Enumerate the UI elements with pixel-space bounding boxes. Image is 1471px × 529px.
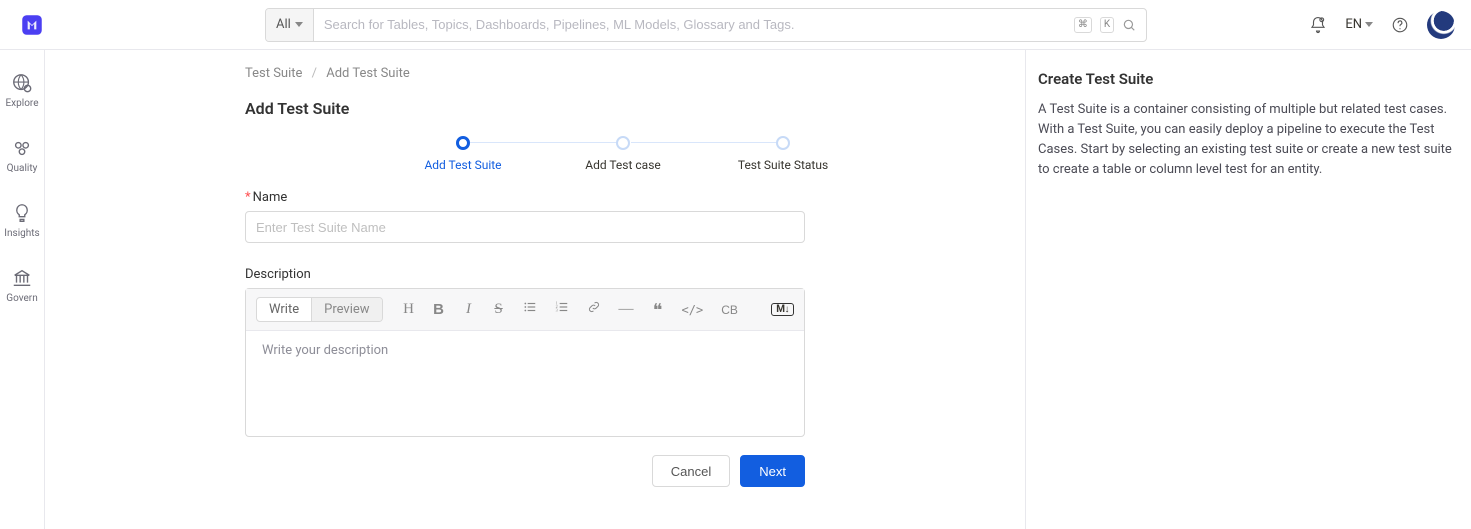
app-header: All ⌘ K EN (0, 0, 1471, 50)
bold-icon[interactable]: B (431, 301, 447, 318)
tab-write[interactable]: Write (257, 298, 312, 321)
right-panel-title: Create Test Suite (1038, 70, 1455, 88)
right-panel-body: A Test Suite is a container consisting o… (1038, 100, 1455, 181)
bullet-list-icon[interactable] (521, 300, 539, 319)
tab-preview[interactable]: Preview (312, 298, 381, 321)
numbered-list-icon[interactable]: 123 (553, 300, 571, 319)
page-title: Add Test Suite (245, 99, 1001, 118)
codeblock-icon[interactable]: CB (719, 303, 740, 317)
chevron-down-icon (1365, 22, 1373, 27)
sidebar-item-explore[interactable]: Explore (0, 72, 44, 109)
step-label: Add Test Suite (424, 158, 501, 172)
sidebar-item-govern[interactable]: Govern (0, 267, 44, 304)
explore-icon (11, 72, 33, 94)
italic-icon[interactable]: I (461, 301, 477, 318)
user-avatar[interactable] (1427, 11, 1455, 39)
step-status[interactable]: Test Suite Status (708, 136, 858, 172)
breadcrumb-parent[interactable]: Test Suite (245, 66, 302, 81)
description-textarea[interactable]: Write your description (246, 331, 804, 436)
quote-icon[interactable]: ❝ (650, 305, 666, 315)
breadcrumb-current: Add Test Suite (326, 66, 410, 81)
kbd-k: K (1100, 17, 1114, 33)
step-circle-icon (776, 136, 790, 150)
next-button[interactable]: Next (740, 455, 805, 487)
chevron-down-icon (295, 22, 303, 27)
sidebar-item-label: Explore (6, 98, 39, 109)
help-icon[interactable] (1391, 16, 1409, 34)
editor-toolbar: Write Preview H B I S 123 — ❝ </> (246, 289, 804, 331)
strike-icon[interactable]: S (491, 301, 507, 318)
step-label: Test Suite Status (738, 158, 828, 172)
hr-icon[interactable]: — (617, 301, 636, 318)
search-filter-label: All (276, 17, 291, 32)
step-label: Add Test case (585, 158, 661, 172)
form-actions: Cancel Next (245, 455, 805, 487)
step-add-case[interactable]: Add Test case (548, 136, 698, 172)
breadcrumb: Test Suite / Add Test Suite (245, 66, 1001, 81)
svg-text:3: 3 (555, 308, 557, 313)
insights-icon (11, 202, 33, 224)
language-select[interactable]: EN (1345, 17, 1373, 32)
sidebar-item-quality[interactable]: Quality (0, 137, 44, 174)
app-logo[interactable] (16, 9, 48, 41)
sidebar-item-label: Insights (4, 228, 39, 239)
cancel-button[interactable]: Cancel (652, 455, 730, 487)
step-circle-icon (456, 136, 470, 150)
sidebar-item-label: Quality (7, 163, 38, 174)
code-icon[interactable]: </> (680, 303, 706, 317)
search-suffix: ⌘ K (1074, 17, 1146, 33)
editor-tabs: Write Preview (256, 297, 383, 322)
notification-bell-icon[interactable] (1309, 16, 1327, 34)
breadcrumb-separator: / (312, 66, 317, 81)
kbd-cmd: ⌘ (1074, 17, 1092, 33)
link-icon[interactable] (585, 300, 603, 319)
sidebar: Explore Quality Insights Govern (0, 50, 45, 529)
sidebar-item-label: Govern (6, 293, 37, 304)
format-icons: H B I S 123 — ❝ </> CB (401, 300, 740, 319)
heading-icon[interactable]: H (401, 301, 417, 318)
main-content: Test Suite / Add Test Suite Add Test Sui… (45, 50, 1026, 529)
header-right: EN (1309, 11, 1455, 39)
name-label: *Name (245, 190, 1001, 205)
search-input[interactable] (314, 9, 1074, 41)
description-editor: Write Preview H B I S 123 — ❝ </> (245, 288, 805, 437)
search-bar: All ⌘ K (265, 8, 1147, 42)
search-icon[interactable] (1122, 18, 1136, 32)
markdown-toggle[interactable]: M↓ (771, 303, 794, 316)
description-label: Description (245, 267, 1001, 282)
search-filter-select[interactable]: All (266, 9, 314, 41)
quality-icon (11, 137, 33, 159)
step-add-suite[interactable]: Add Test Suite (388, 136, 538, 172)
govern-icon (11, 267, 33, 289)
steps: Add Test Suite Add Test case Test Suite … (388, 136, 858, 172)
logo-icon (19, 12, 45, 38)
step-circle-icon (616, 136, 630, 150)
test-suite-name-input[interactable] (245, 211, 805, 243)
sidebar-item-insights[interactable]: Insights (0, 202, 44, 239)
language-label: EN (1345, 17, 1362, 32)
right-panel: Create Test Suite A Test Suite is a cont… (1026, 50, 1471, 529)
